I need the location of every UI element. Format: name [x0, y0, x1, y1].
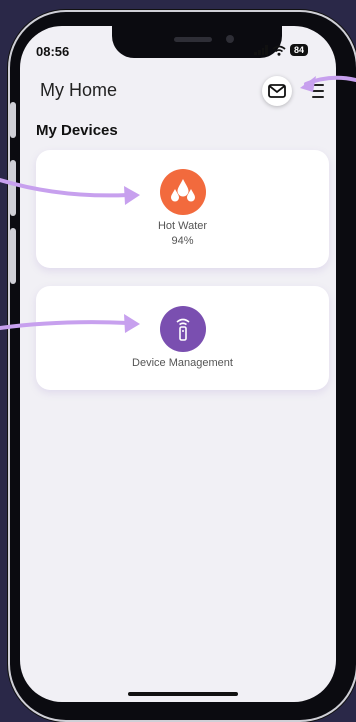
annotation-arrows — [0, 75, 356, 333]
arrow-to-device-management — [0, 314, 140, 333]
arrow-to-mail — [300, 75, 356, 92]
arrow-to-hot-water — [0, 178, 140, 205]
